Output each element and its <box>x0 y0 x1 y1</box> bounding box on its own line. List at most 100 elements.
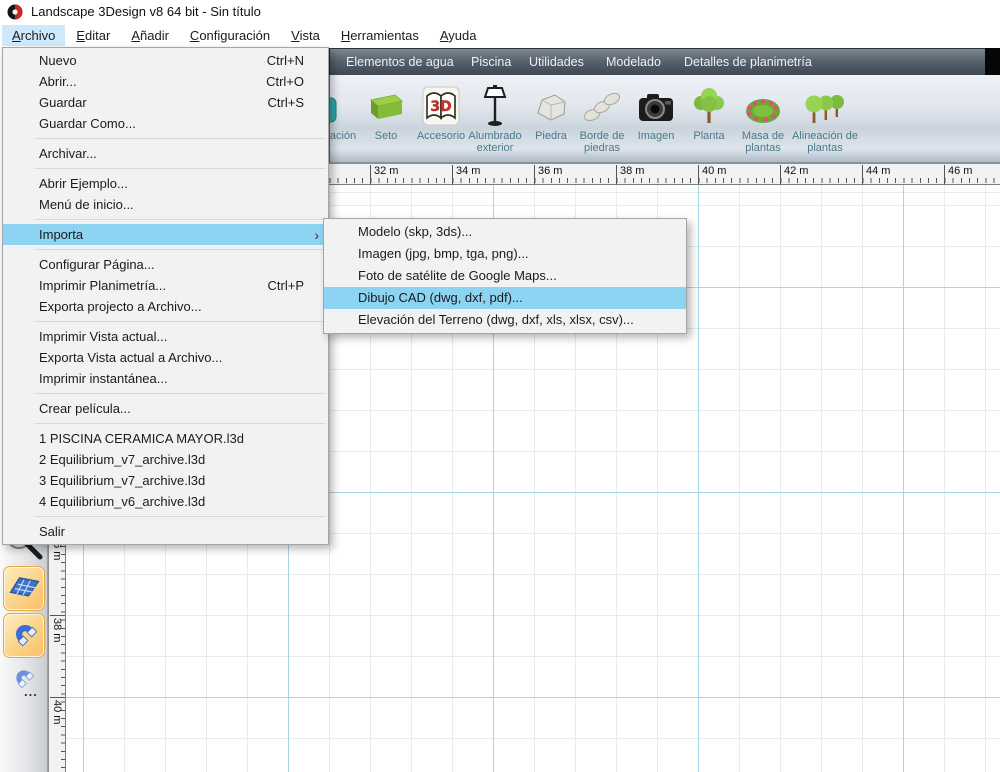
menubar-item-editar[interactable]: Editar <box>66 25 120 46</box>
menu-separator <box>35 168 325 169</box>
menu-item-imprimir-planimetria[interactable]: Imprimir Planimetría... Ctrl+P <box>3 275 328 296</box>
h-ruler-label: 36 m <box>534 165 562 184</box>
menu-item-label: Imprimir instantánea... <box>39 371 168 386</box>
tab-elementos-de-agua[interactable]: Elementos de agua <box>346 49 454 76</box>
menu-item-label: Guardar Como... <box>39 116 136 131</box>
tab-detalles-de-planimetria[interactable]: Detalles de planimetría <box>684 49 812 76</box>
svg-text:3D: 3D <box>430 99 451 115</box>
menu-item-abrir-ejemplo[interactable]: Abrir Ejemplo... <box>3 173 328 194</box>
menubar-item-anadir[interactable]: Añadir <box>121 25 179 46</box>
menubar-item-vista[interactable]: Vista <box>281 25 330 46</box>
menu-separator <box>35 249 325 250</box>
v-ruler-label: 38 m <box>51 618 63 642</box>
tab-piscina[interactable]: Piscina <box>471 49 511 76</box>
menubar-item-configuracion[interactable]: Configuración <box>180 25 280 46</box>
menu-item-crear-pelicula[interactable]: Crear película... <box>3 398 328 419</box>
menu-item-label: Menú de inicio... <box>39 197 134 212</box>
menu-item-label: 3 Equilibrium_v7_archive.l3d <box>39 473 205 488</box>
application-window: 32 m 34 m 36 m 38 m 40 m 42 m 44 m 46 m … <box>0 0 1000 772</box>
submenu-arrow-icon: › <box>314 227 319 243</box>
menu-item-configurar-pagina[interactable]: Configurar Página... <box>3 254 328 275</box>
h-ruler-label: 38 m <box>616 165 644 184</box>
menu-item-menu-de-inicio[interactable]: Menú de inicio... <box>3 194 328 215</box>
menu-separator <box>35 321 325 322</box>
menu-item-label: Configurar Página... <box>39 257 155 272</box>
submenu-item-dibujo-cad[interactable]: Dibujo CAD (dwg, dxf, pdf)... <box>324 287 686 309</box>
menubar-label: erramientas <box>350 28 419 43</box>
menu-item-label: Abrir... <box>39 74 77 89</box>
h-ruler-label: 44 m <box>862 165 890 184</box>
magnet-button[interactable] <box>3 613 45 658</box>
menubar-label: C <box>190 28 199 43</box>
solar-panel-icon <box>6 568 42 609</box>
submenu-item-imagen[interactable]: Imagen (jpg, bmp, tga, png)... <box>324 243 686 265</box>
menu-item-recent-1[interactable]: 1 PISCINA CERAMICA MAYOR.l3d <box>3 428 328 449</box>
menu-shortcut: Ctrl+P <box>268 278 304 293</box>
menu-item-abrir[interactable]: Abrir... Ctrl+O <box>3 71 328 92</box>
menu-item-label: 1 PISCINA CERAMICA MAYOR.l3d <box>39 431 244 446</box>
menu-item-recent-4[interactable]: 4 Equilibrium_v6_archive.l3d <box>3 491 328 512</box>
hedge-icon <box>366 82 406 128</box>
h-ruler-label: 40 m <box>698 165 726 184</box>
v-ruler-tick <box>50 697 65 698</box>
app-logo-icon <box>7 4 23 20</box>
menu-item-exporta-vista-actual[interactable]: Exporta Vista actual a Archivo... <box>3 347 328 368</box>
menubar-item-ayuda[interactable]: Ayuda <box>430 25 487 46</box>
menu-item-label: Imprimir Planimetría... <box>39 278 166 293</box>
menu-item-archivar[interactable]: Archivar... <box>3 143 328 164</box>
h-ruler-label: 32 m <box>370 165 398 184</box>
submenu-item-foto-satelite[interactable]: Foto de satélite de Google Maps... <box>324 265 686 287</box>
menubar-label: A <box>131 28 140 43</box>
h-ruler-label: 42 m <box>780 165 808 184</box>
solar-panel-button[interactable] <box>3 566 45 611</box>
h-ruler-label: 46 m <box>944 165 972 184</box>
menu-item-nuevo[interactable]: Nuevo Ctrl+N <box>3 50 328 71</box>
menu-item-guardar[interactable]: GuardarCtrl+S <box>3 92 328 113</box>
menu-item-label: Importa <box>39 227 83 242</box>
menu-item-recent-3[interactable]: 3 Equilibrium_v7_archive.l3d <box>3 470 328 491</box>
menubar-item-archivo[interactable]: Archivo <box>2 25 65 46</box>
menu-item-label: Imprimir Vista actual... <box>39 329 167 344</box>
menu-item-label: Crear película... <box>39 401 131 416</box>
menubar-label: rchivo <box>21 28 56 43</box>
menubar-label: ista <box>300 28 320 43</box>
menu-item-label: Salir <box>39 524 65 539</box>
toolbar-item-alineacion-de-plantas[interactable]: Alineación de plantas <box>787 82 863 154</box>
v-ruler-tick <box>50 615 65 616</box>
menu-shortcut: Ctrl+O <box>266 74 304 89</box>
submenu-item-elevacion-terreno[interactable]: Elevación del Terreno (dwg, dxf, xls, xl… <box>324 309 686 331</box>
tab-modelado[interactable]: Modelado <box>606 49 661 76</box>
menu-item-label: Exporta Vista actual a Archivo... <box>39 350 222 365</box>
ribbon-tab-bar: Elementos de agua Piscina Utilidades Mod… <box>329 48 1000 75</box>
menubar-label: H <box>341 28 350 43</box>
menubar-label: ditar <box>85 28 110 43</box>
menu-shortcut: Ctrl+N <box>267 53 304 68</box>
menu-item-salir[interactable]: Salir <box>3 521 328 542</box>
menu-item-recent-2[interactable]: 2 Equilibrium_v7_archive.l3d <box>3 449 328 470</box>
stone-border-icon <box>582 82 622 128</box>
plant-row-icon <box>803 82 847 128</box>
menu-item-imprimir-vista-actual[interactable]: Imprimir Vista actual... <box>3 326 328 347</box>
menubar-label: onfiguración <box>199 28 270 43</box>
menubar-item-herramientas[interactable]: Herramientas <box>331 25 429 46</box>
window-title: Landscape 3Design v8 64 bit - Sin título <box>31 4 261 19</box>
menu-item-label: 4 Equilibrium_v6_archive.l3d <box>39 494 205 509</box>
import-submenu: Modelo (skp, 3ds)... Imagen (jpg, bmp, t… <box>323 218 687 334</box>
plant-mass-icon <box>742 82 784 128</box>
menu-separator <box>35 219 325 220</box>
menu-item-exporta-projecto[interactable]: Exporta projecto a Archivo... <box>3 296 328 317</box>
menu-item-label: Archivar... <box>39 146 97 161</box>
menu-item-label: Guardar <box>39 95 87 110</box>
menu-item-label: Nuevo <box>39 53 77 68</box>
tree-icon <box>689 82 729 128</box>
magnet-icon <box>6 615 42 656</box>
v-ruler-label: 40 m <box>51 700 63 724</box>
tab-utilidades[interactable]: Utilidades <box>529 49 584 76</box>
menubar-label: V <box>291 28 299 43</box>
menu-separator <box>35 138 325 139</box>
more-tools-dots[interactable]: ... <box>24 688 38 696</box>
menu-item-importa[interactable]: Importa › <box>3 224 328 245</box>
submenu-item-modelo[interactable]: Modelo (skp, 3ds)... <box>324 221 686 243</box>
menu-item-guardar-como[interactable]: Guardar Como... <box>3 113 328 134</box>
menu-item-imprimir-instantanea[interactable]: Imprimir instantánea... <box>3 368 328 389</box>
